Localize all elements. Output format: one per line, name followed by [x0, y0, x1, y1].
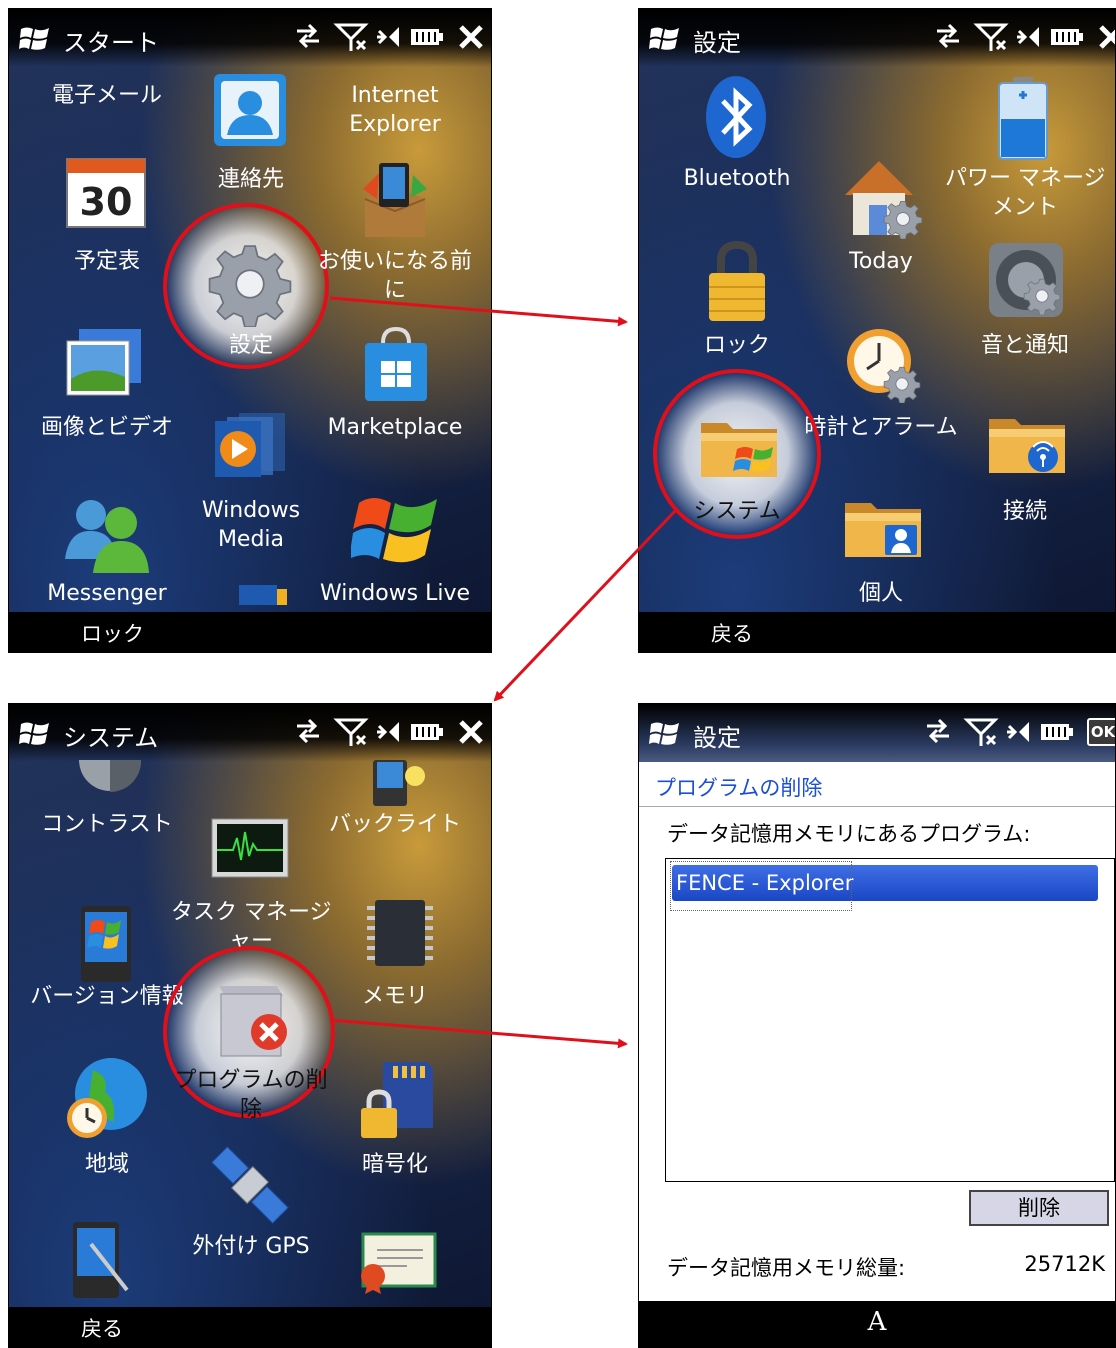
flow-arrows — [329, 296, 678, 1049]
arrow-system-to-remove — [493, 508, 678, 702]
arrow-remove-to-dialog — [329, 1018, 628, 1049]
arrow-settings-to-system — [329, 296, 628, 327]
